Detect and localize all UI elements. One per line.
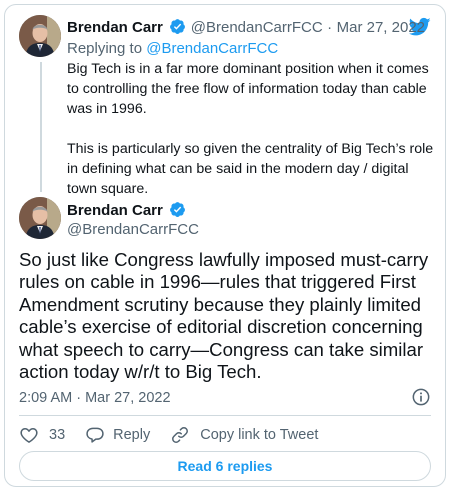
main-tweet-author: Brendan Carr xyxy=(67,201,186,221)
copy-link-label: Copy link to Tweet xyxy=(200,427,319,443)
separator-dot: · xyxy=(327,19,333,36)
divider xyxy=(19,415,431,416)
author-handle[interactable]: @BrendanCarrFCC xyxy=(67,220,199,240)
replying-to: Replying to @BrendanCarrFCC xyxy=(67,39,278,58)
info-icon[interactable] xyxy=(411,387,431,407)
tweet-date[interactable]: Mar 27, 2022 xyxy=(337,19,425,36)
like-count: 33 xyxy=(49,427,66,443)
tweet-actions: 33 Reply Copy link to Tweet xyxy=(19,423,338,447)
reply-button[interactable]: Reply xyxy=(85,425,150,445)
link-icon xyxy=(172,427,189,443)
thread-connector-line xyxy=(40,62,42,192)
verified-badge-icon xyxy=(170,202,186,217)
like-button[interactable]: 33 xyxy=(19,425,65,445)
verified-badge-icon xyxy=(170,19,186,34)
speech-bubble-icon xyxy=(86,427,104,443)
tweet-embed-card: Brendan Carr @BrendanCarrFCC · Mar 27, 2… xyxy=(4,4,446,487)
heart-icon xyxy=(20,428,38,443)
reply-label: Reply xyxy=(113,427,151,443)
parent-tweet-text: Big Tech is in a far more dominant posit… xyxy=(67,59,439,199)
read-replies-button[interactable]: Read 6 replies xyxy=(19,451,431,481)
copy-link-button[interactable]: Copy link to Tweet xyxy=(170,425,318,445)
parent-tweet-header: Brendan Carr @BrendanCarrFCC · Mar 27, 2… xyxy=(67,18,425,37)
author-name[interactable]: Brendan Carr xyxy=(67,202,163,219)
avatar[interactable] xyxy=(19,15,61,57)
parent-tweet-paragraph: This is particularly so given the centra… xyxy=(67,141,434,197)
author-handle[interactable]: @BrendanCarrFCC xyxy=(191,19,323,36)
parent-tweet-paragraph: Big Tech is in a far more dominant posit… xyxy=(67,61,429,117)
tweet-timestamp[interactable]: 2:09 AM · Mar 27, 2022 xyxy=(19,390,171,406)
author-name[interactable]: Brendan Carr xyxy=(67,19,163,36)
main-tweet-text: So just like Congress lawfully imposed m… xyxy=(19,249,429,383)
avatar[interactable] xyxy=(19,197,61,239)
replying-prefix: Replying to xyxy=(67,40,143,57)
replying-handle-link[interactable]: @BrendanCarrFCC xyxy=(146,40,278,57)
